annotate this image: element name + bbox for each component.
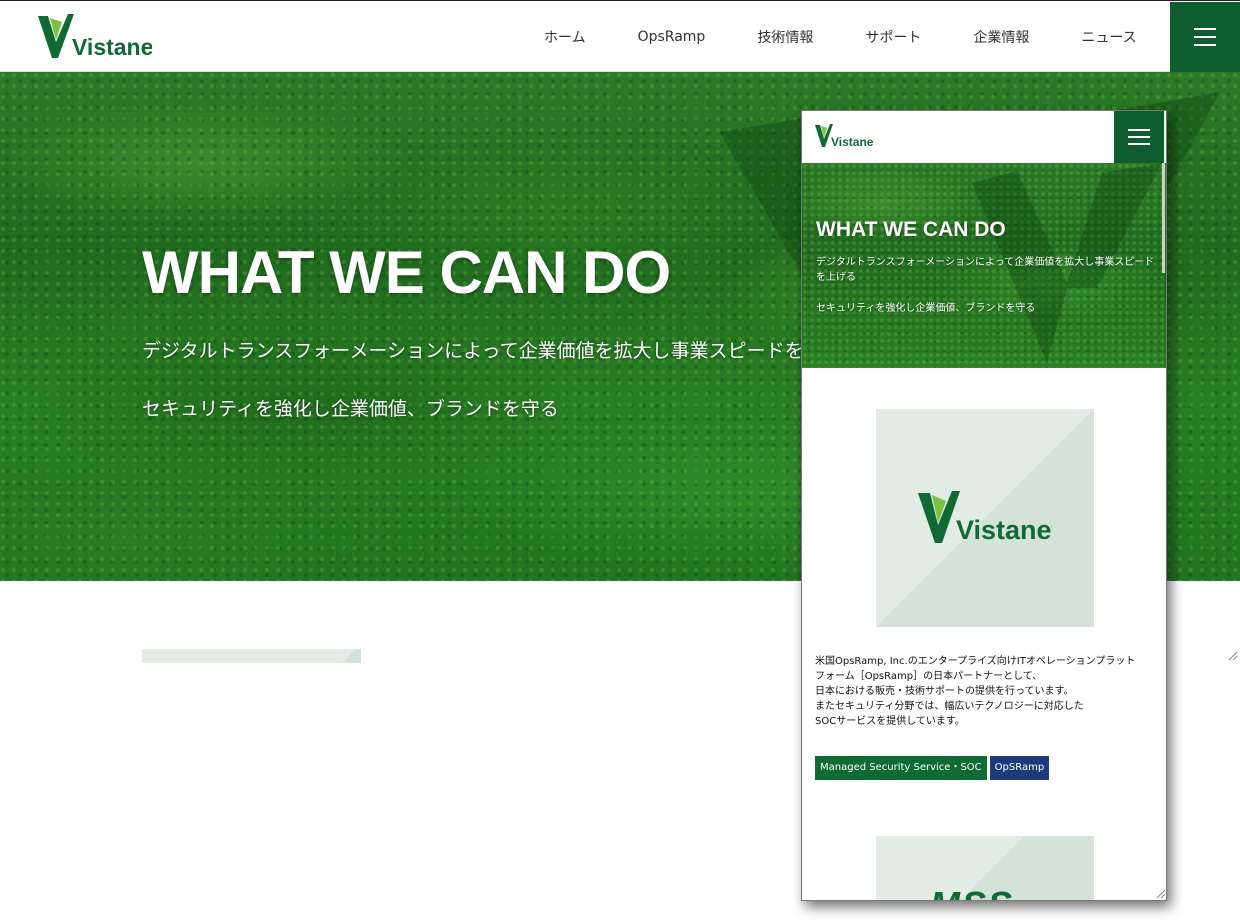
mobile-hero-tagline-2: セキュリティを強化し企業価値、ブランドを守る (816, 303, 1036, 314)
mobile-hero-tagline-1: デジタルトランスフォーメーションによって企業価値を拡大し事業スピードを上げる (816, 257, 1155, 283)
nav-support[interactable]: サポート (865, 27, 921, 47)
hero-tagline-2: セキュリティを強化し企業価値、ブランドを守る (142, 398, 559, 420)
nav-company[interactable]: 企業情報 (973, 27, 1029, 47)
resize-grip-icon[interactable] (1226, 649, 1238, 661)
vistanet-logo: Vistanet (918, 491, 1052, 545)
hamburger-icon[interactable] (1170, 2, 1240, 72)
resize-grip-icon[interactable] (1154, 887, 1166, 899)
opsramp-service-card[interactable]: Vistanet (876, 409, 1094, 627)
logo-wordmark: Vistanet (831, 135, 874, 149)
service-card-stub[interactable] (142, 649, 361, 663)
hero-tagline-1: デジタルトランスフォーメーションによって企業価値を拡大し事業スピードを (142, 340, 804, 362)
company-description: 米国OpsRamp, Inc.のエンタープライズ向けITオペレーションプラット … (815, 654, 1160, 729)
nav-tech-info[interactable]: 技術情報 (757, 27, 813, 47)
mobile-preview-window[interactable]: Vistanet WHAT WE CAN DO デジタルトランスフォーメーション… (801, 110, 1167, 901)
nav-home[interactable]: ホーム (544, 27, 586, 47)
mss-service-card[interactable]: MSS (876, 836, 1094, 900)
nav-opsramp[interactable]: OpsRamp (638, 29, 706, 45)
site-header: Vistanet ホーム OpsRamp 技術情報 サポート 企業情報 ニュース (0, 2, 1240, 72)
nav-news[interactable]: ニュース (1081, 27, 1136, 47)
logo-wordmark: Vistanet (72, 34, 152, 60)
description-line: 米国OpsRamp, Inc.のエンタープライズ向けITオペレーションプラット (815, 656, 1136, 667)
mobile-hero-title: WHAT WE CAN DO (816, 218, 1006, 241)
tag-opsramp[interactable]: OpSRamp (989, 756, 1050, 780)
mss-card-label: MSS (930, 884, 1014, 900)
tag-managed-security[interactable]: Managed Security Service・SOC (815, 756, 987, 780)
vistanet-logo[interactable]: Vistanet (814, 123, 874, 149)
scrollbar[interactable] (1162, 163, 1165, 273)
description-line: フォーム［OpsRamp］の日本パートナーとして、 (815, 671, 1043, 682)
logo-wordmark: Vistanet (956, 515, 1052, 545)
description-line: 日本における販売・技術サポートの提供を行っています。 (815, 686, 1074, 697)
main-nav: ホーム OpsRamp 技術情報 サポート 企業情報 ニュース (518, 2, 1163, 72)
description-line: またセキュリティ分野では、幅広いテクノロジーに対応した (815, 701, 1084, 712)
hero-title: WHAT WE CAN DO (142, 239, 671, 306)
service-tags: Managed Security Service・SOC OpSRamp (815, 756, 1050, 780)
description-line: SOCサービスを提供しています。 (815, 716, 965, 727)
mobile-hero: WHAT WE CAN DO デジタルトランスフォーメーションによって企業価値を… (802, 163, 1166, 368)
mobile-header: Vistanet (802, 111, 1166, 163)
hamburger-icon[interactable] (1114, 111, 1164, 163)
vistanet-logo[interactable]: Vistanet (36, 12, 152, 60)
